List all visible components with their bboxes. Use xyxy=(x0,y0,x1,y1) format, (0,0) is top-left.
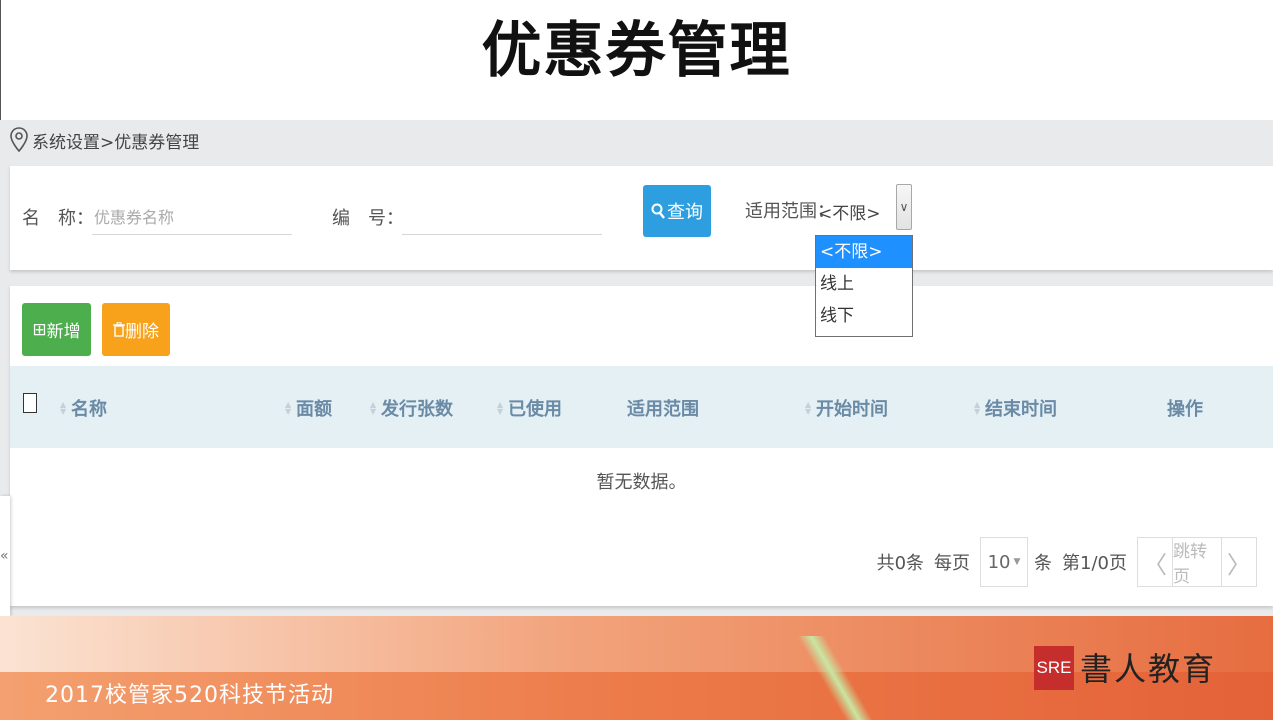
search-icon xyxy=(651,203,665,219)
caret-down-icon: ▼ xyxy=(1013,557,1021,567)
slide-footer: 2017校管家520科技节活动 SRE 書人教育 xyxy=(0,616,1273,720)
sort-icon: ▲ ▼ xyxy=(805,400,812,416)
total-count: 共0条 xyxy=(876,553,925,574)
slide-title: 优惠券管理 xyxy=(481,16,792,86)
scope-select-value[interactable]: <不限> xyxy=(818,199,881,224)
search-panel: 名 称： 编 号： 查询 适用范围： <不限> ∨ xyxy=(10,166,1273,270)
sort-icon: ▲ ▼ xyxy=(974,400,981,416)
trash-icon xyxy=(113,322,125,337)
query-button-label: 查询 xyxy=(667,202,703,223)
chevron-left-icon[interactable]: 〈 xyxy=(1138,538,1172,586)
brand-logo-mark: SRE xyxy=(1034,646,1074,690)
column-header-end-time[interactable]: ▲ ▼ 结束时间 xyxy=(974,395,1057,421)
sort-icon: ▲ ▼ xyxy=(60,400,67,416)
scope-dropdown: <不限> 线上 线下 xyxy=(815,235,913,337)
page-nav: 〈 跳转页 〉 xyxy=(1137,537,1257,587)
breadcrumb: 系统设置>优惠券管理 xyxy=(10,125,199,155)
column-header-start-time[interactable]: ▲ ▼ 开始时间 xyxy=(805,395,888,421)
scope-option-any[interactable]: <不限> xyxy=(816,236,912,268)
location-pin-icon xyxy=(10,127,28,153)
plus-square-icon: ⊞ xyxy=(32,319,47,340)
jump-page-input[interactable]: 跳转页 xyxy=(1172,538,1222,587)
select-all-checkbox[interactable] xyxy=(23,393,37,413)
column-header-issued[interactable]: ▲ ▼ 发行张数 xyxy=(370,395,453,421)
column-header-name[interactable]: ▲ ▼ 名称 xyxy=(60,395,107,421)
pagination: 共0条 每页 10 ▼ 条 第1/0页 〈 跳转页 〉 xyxy=(877,536,1257,588)
delete-button-label: 删除 xyxy=(125,322,159,342)
name-input[interactable] xyxy=(92,200,292,235)
sort-icon: ▲ ▼ xyxy=(497,400,504,416)
page-info: 第1/0页 xyxy=(1062,553,1127,574)
column-header-used[interactable]: ▲ ▼ 已使用 xyxy=(497,395,562,421)
code-label: 编 号： xyxy=(332,208,404,229)
column-header-actions: 操作 xyxy=(1167,399,1203,420)
empty-table-message: 暂无数据。 xyxy=(596,472,687,493)
scope-option-online[interactable]: 线上 xyxy=(816,268,912,300)
sidebar-collapse-tab[interactable]: « xyxy=(0,496,10,616)
chevron-right-icon[interactable]: 〉 xyxy=(1222,538,1256,586)
per-page-label: 每页 xyxy=(934,553,971,574)
per-page-unit: 条 xyxy=(1034,553,1053,574)
column-header-denomination[interactable]: ▲ ▼ 面额 xyxy=(285,395,332,421)
column-header-scope: 适用范围 xyxy=(627,399,699,420)
app-window: 系统设置>优惠券管理 名 称： 编 号： 查询 适用范围： <不限> ∨ ⊞ 新… xyxy=(0,120,1273,618)
add-button[interactable]: ⊞ 新增 xyxy=(22,303,91,356)
sort-icon: ▲ ▼ xyxy=(285,400,292,416)
delete-button[interactable]: 删除 xyxy=(102,303,170,356)
name-label: 名 称： xyxy=(22,208,94,229)
brand-logo-text: 書人教育 xyxy=(1080,650,1217,688)
scope-option-offline[interactable]: 线下 xyxy=(816,300,912,332)
left-divider xyxy=(0,0,1,120)
footer-accent xyxy=(790,636,880,720)
double-chevron-left-icon: « xyxy=(0,548,9,564)
code-input[interactable] xyxy=(402,200,602,235)
query-button[interactable]: 查询 xyxy=(643,185,711,237)
list-panel: ⊞ 新增 删除 ▲ ▼ 名称 ▲ ▼ 面额 ▲ ▼ 发行张数 ▲ ▼ 已使用 适… xyxy=(10,286,1273,606)
chevron-down-icon[interactable]: ∨ xyxy=(896,184,912,230)
table-header: ▲ ▼ 名称 ▲ ▼ 面额 ▲ ▼ 发行张数 ▲ ▼ 已使用 适用范围 ▲ ▼ 开始时间 xyxy=(10,366,1273,448)
event-banner-text: 2017校管家520科技节活动 xyxy=(45,683,334,708)
sort-icon: ▲ ▼ xyxy=(370,400,377,416)
add-button-label: 新增 xyxy=(46,322,81,342)
page-size-select[interactable]: 10 ▼ xyxy=(980,537,1029,587)
breadcrumb-text: 系统设置>优惠券管理 xyxy=(32,132,200,153)
